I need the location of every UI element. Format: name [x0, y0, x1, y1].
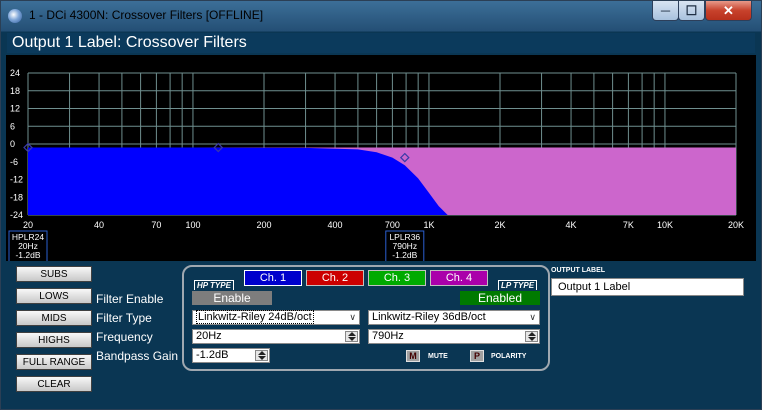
channel-2-tab[interactable]: Ch. 2 — [306, 270, 364, 286]
x-tick-label: 700 — [385, 220, 400, 230]
x-tick-label: 1K — [423, 220, 434, 230]
hp-frequency-input[interactable]: 20Hz — [192, 329, 360, 344]
lp-type-tab: LP TYPE — [498, 280, 538, 290]
lp-filter-type-select[interactable]: Linkwitz-Riley 36dB/oct ∨ — [368, 310, 540, 325]
x-tick-label: 10K — [657, 220, 673, 230]
y-tick-label: 0 — [10, 139, 15, 149]
subs-button[interactable]: SUBS — [16, 266, 92, 282]
minimize-icon: ─ — [660, 3, 671, 18]
polarity-toggle[interactable]: P — [470, 350, 484, 362]
output-label-input[interactable]: Output 1 Label — [551, 278, 744, 296]
lp-enable-button[interactable]: Enabled — [460, 291, 540, 305]
annotation-text: -1.2dB — [15, 250, 40, 260]
x-tick-label: 7K — [623, 220, 634, 230]
lows-button[interactable]: LOWS — [16, 288, 92, 304]
y-tick-label: 6 — [10, 121, 15, 131]
bandpass-gain-label: Bandpass Gain — [96, 349, 179, 363]
panel-title: Output 1 Label: Crossover Filters — [12, 34, 247, 51]
title-bar[interactable]: 1 - DCi 4300N: Crossover Filters [OFFLIN… — [1, 1, 761, 31]
mids-button[interactable]: MIDS — [16, 310, 92, 326]
crossover-chart[interactable]: 24 18 12 6 0 -6 -12 -18 -2420 40 70 100 200 400 700 1K 2… — [6, 55, 756, 261]
highs-button[interactable]: HIGHS — [16, 332, 92, 348]
filter-type-label: Filter Type — [96, 311, 152, 325]
stepper-icon[interactable] — [525, 331, 538, 342]
frequency-label: Frequency — [96, 330, 153, 344]
x-tick-label: 200 — [256, 220, 271, 230]
hp-type-tab: HP TYPE — [194, 280, 234, 290]
clear-button[interactable]: CLEAR — [16, 376, 92, 392]
stepper-icon[interactable] — [345, 331, 358, 342]
y-tick-label: 18 — [10, 86, 20, 96]
x-tick-label: 20K — [728, 220, 744, 230]
polarity-label: POLARITY — [491, 353, 527, 360]
hp-filter-type-select[interactable]: Linkwitz-Riley 24dB/oct ∨ — [192, 310, 360, 325]
panel-header: Output 1 Label: Crossover Filters — [7, 33, 755, 53]
chevron-down-icon: ∨ — [529, 312, 536, 322]
channel-3-tab[interactable]: Ch. 3 — [368, 270, 426, 286]
hp-enable-button[interactable]: Enable — [192, 291, 272, 305]
annotation-text: -1.2dB — [392, 250, 417, 260]
maximize-icon: ☐ — [685, 3, 698, 18]
chevron-down-icon: ∨ — [349, 312, 356, 322]
y-tick-label: -12 — [10, 175, 23, 185]
hp-frequency-value: 20Hz — [196, 330, 222, 342]
x-tick-label: 20 — [23, 220, 33, 230]
app-window: 1 - DCi 4300N: Crossover Filters [OFFLIN… — [0, 0, 762, 410]
mute-toggle[interactable]: M — [406, 350, 420, 362]
x-tick-label: 100 — [185, 220, 200, 230]
close-icon: ✕ — [723, 3, 734, 18]
hp-filter-type-value: Linkwitz-Riley 24dB/oct — [196, 310, 314, 324]
y-tick-label: -18 — [10, 192, 23, 202]
lp-filter-type-value: Linkwitz-Riley 36dB/oct — [372, 311, 486, 323]
x-tick-label: 70 — [151, 220, 161, 230]
window-title: 1 - DCi 4300N: Crossover Filters [OFFLIN… — [29, 8, 264, 22]
output-label-title: OUTPUT LABEL — [551, 267, 606, 274]
channel-4-tab[interactable]: Ch. 4 — [430, 270, 488, 286]
y-tick-label: -24 — [10, 210, 23, 220]
y-tick-label: -6 — [10, 157, 18, 167]
crossover-graph[interactable]: 24 18 12 6 0 -6 -12 -18 -24 20 40 70 100 200 400 700 1K 2… — [6, 55, 756, 261]
stepper-icon[interactable] — [255, 350, 268, 361]
filter-enable-label: Filter Enable — [96, 292, 164, 306]
close-button[interactable]: ✕ — [705, 1, 752, 21]
x-tick-label: 400 — [328, 220, 343, 230]
bandpass-gain-value: -1.2dB — [196, 349, 229, 361]
channel-1-tab[interactable]: Ch. 1 — [244, 270, 302, 286]
bandpass-gain-input[interactable]: -1.2dB — [192, 348, 270, 363]
app-icon[interactable] — [8, 9, 22, 23]
y-tick-label: 12 — [10, 104, 20, 114]
x-tick-label: 40 — [94, 220, 104, 230]
x-tick-label: 2K — [494, 220, 505, 230]
full-range-button[interactable]: FULL RANGE — [16, 354, 92, 370]
lp-frequency-input[interactable]: 790Hz — [368, 329, 540, 344]
mute-label: MUTE — [428, 353, 448, 360]
y-tick-label: 24 — [10, 68, 20, 78]
x-tick-label: 4K — [566, 220, 577, 230]
maximize-button[interactable]: ☐ — [678, 1, 705, 21]
lp-frequency-value: 790Hz — [372, 330, 404, 342]
minimize-button[interactable]: ─ — [652, 1, 679, 21]
channel-panel: HP TYPE LP TYPE Ch. 1 Ch. 2 Ch. 3 Ch. 4 … — [182, 265, 550, 371]
